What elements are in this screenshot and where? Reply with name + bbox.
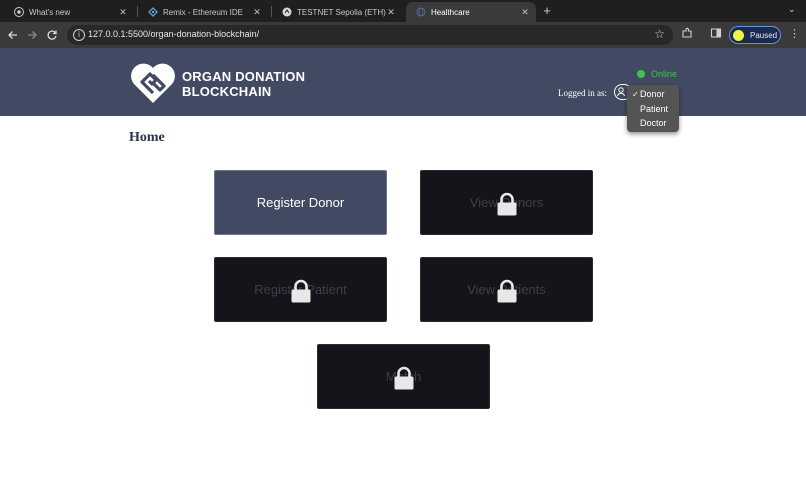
globe-icon bbox=[416, 7, 426, 17]
address-bar[interactable]: i 127.0.0.1:5500/organ-donation-blockcha… bbox=[67, 25, 673, 45]
tab-etherscan[interactable]: TESTNET Sepolia (ETH) Block ✕ bbox=[272, 2, 402, 22]
tab-title: Remix - Ethereum IDE bbox=[163, 7, 244, 17]
tab-title: What's new bbox=[29, 7, 71, 17]
back-icon[interactable] bbox=[5, 27, 21, 43]
logged-in-label: Logged in as: bbox=[558, 88, 607, 98]
avatar bbox=[733, 29, 744, 41]
lock-icon bbox=[394, 366, 413, 389]
status-text: Online bbox=[651, 69, 678, 79]
role-option-label: Donor bbox=[640, 89, 665, 99]
extensions-icon[interactable] bbox=[680, 27, 694, 41]
browser-tab-bar: What's new ✕ Remix - Ethereum IDE ✕ TEST… bbox=[0, 0, 806, 22]
etherscan-icon bbox=[282, 7, 292, 17]
profile-status: Paused bbox=[750, 30, 778, 40]
reload-icon[interactable] bbox=[44, 27, 60, 43]
lock-icon bbox=[291, 279, 310, 302]
connection-status: Online bbox=[637, 69, 677, 79]
side-panel-icon[interactable] bbox=[709, 27, 723, 41]
view-patients-button[interactable]: View Patients bbox=[420, 257, 593, 322]
match-button[interactable]: Match bbox=[317, 344, 490, 409]
brand-name: ORGAN DONATION BLOCKCHAIN bbox=[182, 69, 305, 99]
forward-icon[interactable] bbox=[24, 27, 40, 43]
close-icon[interactable]: ✕ bbox=[386, 7, 396, 18]
tab-search-icon[interactable]: ⌄ bbox=[788, 4, 796, 15]
lock-icon bbox=[497, 279, 516, 302]
new-tab-button[interactable]: + bbox=[540, 3, 554, 18]
register-donor-button[interactable]: Register Donor bbox=[214, 170, 387, 235]
role-dropdown-menu: ✓Donor Patient Doctor bbox=[627, 85, 679, 132]
url-text: 127.0.0.1:5500/organ-donation-blockchain… bbox=[88, 29, 260, 39]
heart-logo-icon[interactable] bbox=[129, 59, 177, 105]
role-option-doctor[interactable]: Doctor bbox=[627, 116, 679, 131]
tab-healthcare[interactable]: Healthcare ✕ bbox=[406, 2, 536, 22]
close-icon[interactable]: ✕ bbox=[520, 7, 530, 18]
close-icon[interactable]: ✕ bbox=[118, 7, 128, 18]
page-title: Home bbox=[129, 130, 165, 145]
tab-remix[interactable]: Remix - Ethereum IDE ✕ bbox=[138, 2, 268, 22]
browser-toolbar: i 127.0.0.1:5500/organ-donation-blockcha… bbox=[0, 22, 806, 48]
more-menu-icon[interactable]: ⋮ bbox=[789, 27, 800, 40]
role-option-patient[interactable]: Patient bbox=[627, 102, 679, 117]
chrome-icon bbox=[14, 7, 24, 17]
profile-paused-button[interactable]: Paused bbox=[729, 26, 781, 44]
close-icon[interactable]: ✕ bbox=[252, 7, 262, 18]
tab-title: TESTNET Sepolia (ETH) Block bbox=[297, 7, 386, 17]
site-header: ORGAN DONATION BLOCKCHAIN Online Logged … bbox=[0, 48, 806, 116]
role-option-donor[interactable]: ✓Donor bbox=[627, 87, 679, 102]
lock-icon bbox=[497, 192, 516, 215]
brand-line-1: ORGAN DONATION bbox=[182, 69, 306, 84]
tab-title: Healthcare bbox=[431, 7, 470, 17]
bookmark-star-icon[interactable]: ☆ bbox=[654, 27, 665, 41]
view-donors-button[interactable]: View Donors bbox=[420, 170, 593, 235]
brand-line-2: BLOCKCHAIN bbox=[182, 84, 272, 99]
remix-icon bbox=[148, 7, 158, 17]
check-icon: ✓ bbox=[632, 90, 639, 99]
role-option-label: Patient bbox=[640, 103, 669, 114]
tab-whats-new[interactable]: What's new ✕ bbox=[4, 2, 134, 22]
status-dot-icon bbox=[637, 70, 645, 78]
register-patient-button[interactable]: Register Patient bbox=[214, 257, 387, 322]
tile-label: Register Donor bbox=[256, 195, 345, 210]
site-info-icon[interactable]: i bbox=[73, 29, 85, 41]
role-option-label: Doctor bbox=[640, 118, 667, 128]
